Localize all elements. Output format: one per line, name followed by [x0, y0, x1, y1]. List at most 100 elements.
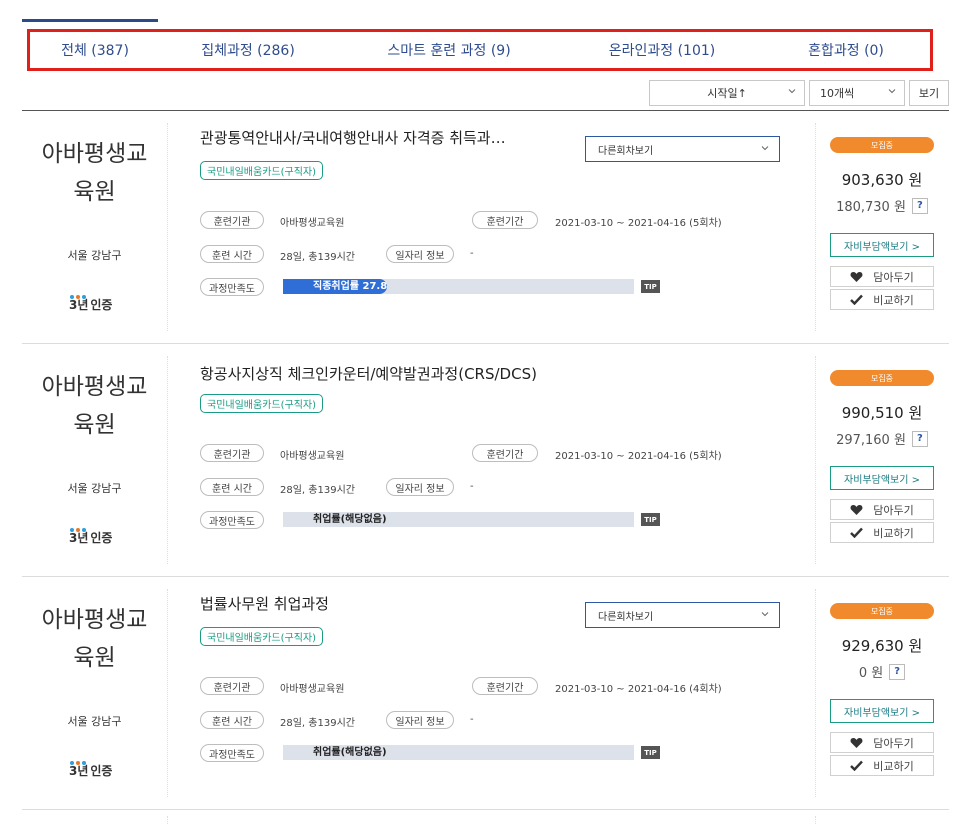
compare-button[interactable]: 비교하기	[830, 755, 934, 776]
employment-rate-label: 취업률(해당없음)	[313, 747, 387, 758]
certification-word: 인증	[90, 764, 113, 778]
tab-classroom[interactable]: 집체과정 (286)	[160, 40, 336, 60]
institution-name[interactable]: 아바평생교육원	[22, 135, 167, 211]
subsidy-amount: 0 원?	[815, 662, 949, 681]
card-divider	[815, 123, 816, 331]
course-title[interactable]: 항공사지상직 체크인카운터/예약발권과정(CRS/DCS)	[200, 363, 537, 384]
sort-select[interactable]: 시작일↑	[649, 80, 805, 106]
subsidy-amount: 297,160 원?	[815, 429, 949, 448]
course-card: 아바평생교육원 서울 강남구 3년 인증 항공사지상직 체크인카운터/예약발권과…	[22, 344, 949, 577]
self-pay-button[interactable]: 자비부담액보기 >	[830, 466, 934, 490]
active-tab-indicator	[22, 19, 158, 22]
institution-value: 아바평생교육원	[280, 451, 345, 462]
chevron-down-icon	[761, 612, 769, 617]
employment-rate-label: 직종취업률 27.8	[313, 281, 388, 292]
period-pill: 훈련기간	[472, 211, 538, 229]
course-price: 929,630 원	[841, 637, 923, 655]
compare-button-label: 비교하기	[873, 526, 914, 540]
help-icon[interactable]: ?	[911, 197, 928, 214]
institution-location: 서울 강남구	[67, 249, 122, 262]
jobs-info-value: -	[470, 248, 474, 259]
institution-pill: 훈련기관	[200, 444, 264, 462]
employment-rate-label: 취업률(해당없음)	[313, 514, 387, 525]
tip-button[interactable]: TIP	[641, 513, 660, 526]
jobs-info-pill[interactable]: 일자리 정보	[386, 478, 454, 496]
employment-rate-bar: 취업률(해당없음)	[283, 512, 634, 527]
page-size-value: 10개씩	[820, 87, 855, 100]
institution-name[interactable]: 아바평생교육원	[22, 601, 167, 677]
certification-icon	[69, 761, 86, 779]
tab-online[interactable]: 온라인과정 (101)	[562, 40, 762, 60]
course-title[interactable]: 관광통역안내사/국내여행안내사 자격증 취득과…	[200, 127, 506, 148]
period-value: 2021-03-10 ~ 2021-04-16 (5회차)	[555, 218, 722, 229]
check-icon	[850, 527, 864, 538]
institution-value: 아바평생교육원	[280, 218, 345, 229]
save-button[interactable]: 담아두기	[830, 266, 934, 287]
status-badge: 모집중	[830, 370, 934, 386]
page-size-select[interactable]: 10개씩	[809, 80, 905, 106]
card-divider	[167, 356, 168, 564]
course-title[interactable]: 법률사무원 취업과정	[200, 593, 329, 614]
time-value: 28일, 총139시간	[280, 718, 355, 729]
certification-icon	[69, 528, 86, 546]
certification-badge: 3년 인증	[69, 761, 112, 779]
course-card: 아바평생교육원 서울 강남구 3년 인증 법률사무원 취업과정 다른회차보기 국…	[22, 577, 949, 810]
institution-name[interactable]: 아바평생교육원	[22, 368, 167, 444]
course-card-partial	[22, 810, 949, 824]
tab-blended[interactable]: 혼합과정 (0)	[762, 40, 930, 60]
certification-icon	[69, 295, 86, 313]
institution-location: 서울 강남구	[67, 715, 122, 728]
heart-icon	[850, 504, 863, 515]
card-divider	[815, 356, 816, 564]
satisfaction-pill: 과정만족도	[200, 744, 264, 762]
other-sessions-select[interactable]: 다른회차보기	[585, 136, 780, 162]
status-badge: 모집중	[830, 137, 934, 153]
tab-smart-training[interactable]: 스마트 훈련 과정 (9)	[336, 40, 562, 60]
card-type-badge: 국민내일배움카드(구직자)	[200, 161, 324, 180]
course-price: 990,510 원	[841, 404, 923, 422]
heart-icon	[850, 737, 863, 748]
self-pay-button[interactable]: 자비부담액보기 >	[830, 699, 934, 723]
other-sessions-label: 다른회차보기	[598, 145, 654, 157]
satisfaction-pill: 과정만족도	[200, 278, 264, 296]
period-pill: 훈련기간	[472, 677, 538, 695]
jobs-info-pill[interactable]: 일자리 정보	[386, 245, 454, 263]
jobs-info-value: -	[470, 714, 474, 725]
view-button[interactable]: 보기	[909, 80, 949, 106]
chevron-down-icon	[788, 89, 796, 94]
card-type-badge: 국민내일배움카드(구직자)	[200, 627, 324, 646]
compare-button[interactable]: 비교하기	[830, 289, 934, 310]
save-button[interactable]: 담아두기	[830, 499, 934, 520]
certification-badge: 3년 인증	[69, 528, 112, 546]
sort-bar: 시작일↑ 10개씩 보기	[0, 80, 966, 110]
period-value: 2021-03-10 ~ 2021-04-16 (5회차)	[555, 451, 722, 462]
save-button[interactable]: 담아두기	[830, 732, 934, 753]
other-sessions-select[interactable]: 다른회차보기	[585, 602, 780, 628]
chevron-down-icon	[761, 146, 769, 151]
compare-button-label: 비교하기	[873, 759, 914, 773]
compare-button[interactable]: 비교하기	[830, 522, 934, 543]
subsidy-amount: 180,730 원?	[815, 196, 949, 215]
other-sessions-label: 다른회차보기	[598, 611, 654, 623]
course-type-tabs: 전체 (387) 집체과정 (286) 스마트 훈련 과정 (9) 온라인과정 …	[27, 29, 933, 71]
jobs-info-pill[interactable]: 일자리 정보	[386, 711, 454, 729]
sort-select-value: 시작일↑	[707, 87, 747, 100]
time-value: 28일, 총139시간	[280, 485, 355, 496]
chevron-down-icon	[888, 89, 896, 94]
self-pay-button[interactable]: 자비부담액보기 >	[830, 233, 934, 257]
time-pill: 훈련 시간	[200, 245, 264, 263]
institution-pill: 훈련기관	[200, 211, 264, 229]
time-pill: 훈련 시간	[200, 478, 264, 496]
save-button-label: 담아두기	[873, 736, 914, 750]
status-badge: 모집중	[830, 603, 934, 619]
course-card: 아바평생교육원 서울 강남구 3년 인증 관광통역안내사/국내여행안내사 자격증…	[22, 111, 949, 344]
tip-button[interactable]: TIP	[641, 280, 660, 293]
help-icon[interactable]: ?	[889, 663, 906, 680]
save-button-label: 담아두기	[873, 503, 914, 517]
institution-pill: 훈련기관	[200, 677, 264, 695]
tip-button[interactable]: TIP	[641, 746, 660, 759]
tab-all[interactable]: 전체 (387)	[30, 40, 160, 60]
card-divider	[815, 589, 816, 797]
card-divider	[167, 123, 168, 331]
help-icon[interactable]: ?	[911, 430, 928, 447]
